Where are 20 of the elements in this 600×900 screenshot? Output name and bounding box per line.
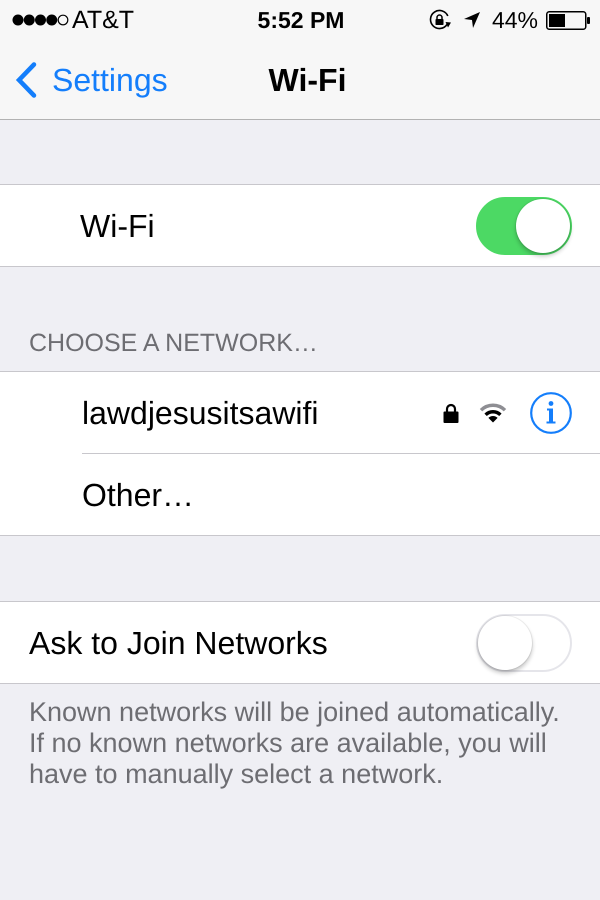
ask-to-join-toggle[interactable] (476, 614, 572, 672)
page-title: Wi-Fi (268, 60, 346, 98)
battery-icon (546, 10, 590, 30)
wifi-signal-icon (479, 402, 507, 423)
signal-strength-icon (12, 14, 69, 26)
wifi-label: Wi-Fi (80, 206, 156, 244)
back-chevron-icon (15, 62, 37, 98)
back-button[interactable]: Settings (15, 60, 168, 98)
section-header: CHOOSE A NETWORK… (28, 328, 319, 359)
status-time: 5:52 PM (258, 6, 344, 34)
location-arrow-icon (464, 12, 480, 28)
carrier-name: AT&T (72, 6, 134, 34)
network-name[interactable]: Other… (82, 476, 572, 514)
rotation-lock-icon (428, 9, 452, 31)
ask-to-join-label: Ask to Join Networks (29, 624, 329, 662)
battery-percent: 44% (492, 6, 538, 34)
wifi-toggle[interactable] (476, 196, 572, 254)
footer-note: Known networks will be joined automatically. If no known networks are available, you will have to manually select a network. (28, 696, 561, 790)
network-name[interactable]: lawdjesusitsawifi (82, 394, 443, 432)
info-icon[interactable] (530, 392, 572, 434)
